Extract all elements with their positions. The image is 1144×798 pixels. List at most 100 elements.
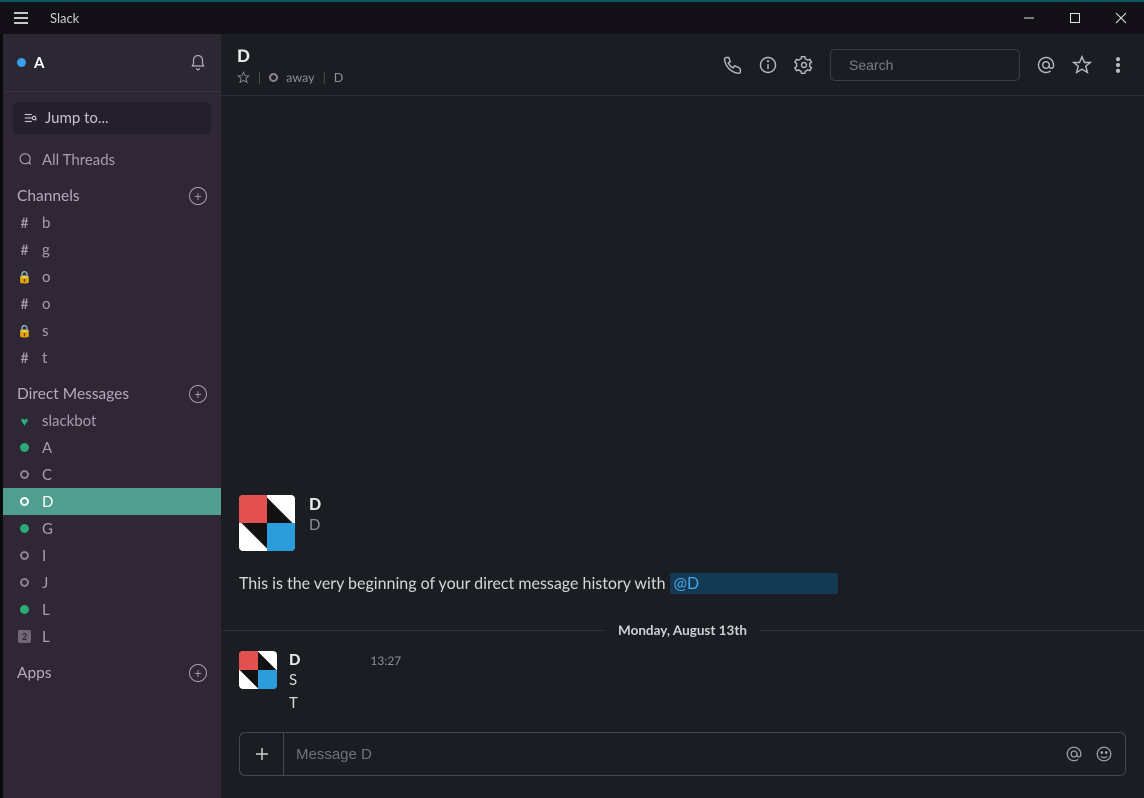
channel-name: g xyxy=(42,241,50,259)
apps-header-label: Apps xyxy=(17,664,52,682)
info-button[interactable] xyxy=(758,55,778,75)
intro-user-subtitle: D xyxy=(309,516,321,534)
conversation-title[interactable]: D xyxy=(237,45,343,66)
channel-item[interactable]: #o xyxy=(3,290,221,317)
dm-name: G xyxy=(42,520,53,538)
lock-icon: 🔒 xyxy=(17,323,32,338)
channel-item[interactable]: #g xyxy=(3,236,221,263)
heart-icon: ♥ xyxy=(17,413,32,429)
add-app-button[interactable]: + xyxy=(189,664,207,682)
add-channel-button[interactable]: + xyxy=(189,187,207,205)
presence-active-icon xyxy=(17,443,32,452)
dm-name: A xyxy=(42,439,52,457)
presence-active-icon xyxy=(17,524,32,533)
dm-item[interactable]: G xyxy=(3,515,221,542)
search-box[interactable] xyxy=(830,49,1020,81)
dm-name: C xyxy=(42,466,52,484)
presence-away-icon xyxy=(17,578,32,587)
composer-input[interactable] xyxy=(284,746,1053,763)
conversation-header: D | away | D xyxy=(221,34,1144,96)
dm-name: I xyxy=(42,547,46,565)
dm-item[interactable]: L xyxy=(3,596,221,623)
user-avatar[interactable] xyxy=(239,495,295,551)
date-divider: Monday, August 13th xyxy=(221,620,1144,639)
window-minimize-button[interactable] xyxy=(1006,1,1052,35)
message-time: 13:27 xyxy=(370,653,401,668)
intro-text: This is the very beginning of your direc… xyxy=(239,573,1126,594)
message-text: S xyxy=(289,669,1126,692)
lock-icon: 🔒 xyxy=(17,269,32,284)
channel-name: o xyxy=(42,295,51,313)
dm-item[interactable]: 2L xyxy=(3,623,221,650)
star-icon[interactable] xyxy=(237,71,250,84)
hash-icon: # xyxy=(17,295,32,312)
presence-away-icon xyxy=(17,551,32,560)
app-title: Slack xyxy=(50,10,79,26)
workspace-name: A xyxy=(34,54,44,72)
user-mention[interactable]: @D xyxy=(670,573,838,594)
date-divider-label: Monday, August 13th xyxy=(606,622,759,638)
all-threads-label: All Threads xyxy=(42,151,115,169)
window-close-button[interactable] xyxy=(1098,1,1144,35)
notifications-bell-icon[interactable] xyxy=(189,54,207,72)
channel-name: o xyxy=(42,268,51,286)
conversation-subject: D xyxy=(334,70,344,85)
channel-name: t xyxy=(42,349,47,367)
intro-text-prefix: This is the very beginning of your direc… xyxy=(239,574,670,593)
dm-item[interactable]: J xyxy=(3,569,221,596)
separator: | xyxy=(258,70,261,85)
message-composer xyxy=(239,732,1126,776)
star-items-button[interactable] xyxy=(1072,55,1092,75)
dm-item[interactable]: I xyxy=(3,542,221,569)
hamburger-menu-icon[interactable] xyxy=(8,6,34,30)
composer-mention-icon[interactable] xyxy=(1065,745,1083,763)
dm-name: J xyxy=(42,574,48,592)
dm-name: L xyxy=(42,601,50,619)
dm-item[interactable]: C xyxy=(3,461,221,488)
add-dm-button[interactable]: + xyxy=(189,385,207,403)
conversation-pane: D | away | D xyxy=(221,34,1144,798)
settings-button[interactable] xyxy=(794,55,814,75)
more-actions-button[interactable] xyxy=(1108,55,1128,75)
search-input[interactable] xyxy=(849,57,1030,73)
channel-item[interactable]: 🔒s xyxy=(3,317,221,344)
dms-section-header: Direct Messages + xyxy=(3,371,221,407)
message-avatar[interactable] xyxy=(239,651,277,689)
workspace-header[interactable]: A xyxy=(3,34,221,92)
dm-item[interactable]: D xyxy=(3,488,221,515)
window-titlebar: Slack xyxy=(0,0,1144,34)
composer-emoji-icon[interactable] xyxy=(1095,745,1113,763)
user-presence-away-icon xyxy=(269,73,278,82)
message-author[interactable]: D xyxy=(289,651,300,669)
hash-icon: # xyxy=(17,349,32,366)
channels-section-header: Channels + xyxy=(3,173,221,209)
jump-to-input[interactable]: Jump to... xyxy=(13,102,211,134)
dm-item[interactable]: ♥slackbot xyxy=(3,407,221,434)
threads-icon xyxy=(17,152,32,167)
window-maximize-button[interactable] xyxy=(1052,1,1098,35)
hash-icon: # xyxy=(17,214,32,231)
intro-user-name: D xyxy=(309,495,321,514)
apps-section-header: Apps + xyxy=(3,650,221,686)
channel-item[interactable]: #b xyxy=(3,209,221,236)
channels-header-label: Channels xyxy=(17,187,80,205)
all-threads-link[interactable]: All Threads xyxy=(3,146,221,173)
call-button[interactable] xyxy=(722,55,742,75)
dm-item[interactable]: A xyxy=(3,434,221,461)
mentions-button[interactable] xyxy=(1036,55,1056,75)
hash-icon: # xyxy=(17,241,32,258)
square-badge-icon: 2 xyxy=(17,630,32,643)
separator: | xyxy=(323,70,326,85)
message: D 13:27ST xyxy=(221,645,1144,724)
presence-away-icon xyxy=(17,497,32,506)
message-text: T xyxy=(289,692,1126,715)
composer-add-button[interactable] xyxy=(240,733,284,775)
channel-name: s xyxy=(42,322,49,340)
channel-name: b xyxy=(42,214,50,232)
user-status-text: away xyxy=(286,70,314,85)
channel-item[interactable]: #t xyxy=(3,344,221,371)
jump-to-label: Jump to... xyxy=(45,109,109,127)
conversation-body: D D This is the very beginning of your d… xyxy=(221,96,1144,724)
channel-item[interactable]: 🔒o xyxy=(3,263,221,290)
sidebar: A Jump to... All Threads Channels + #b#g… xyxy=(0,34,221,798)
